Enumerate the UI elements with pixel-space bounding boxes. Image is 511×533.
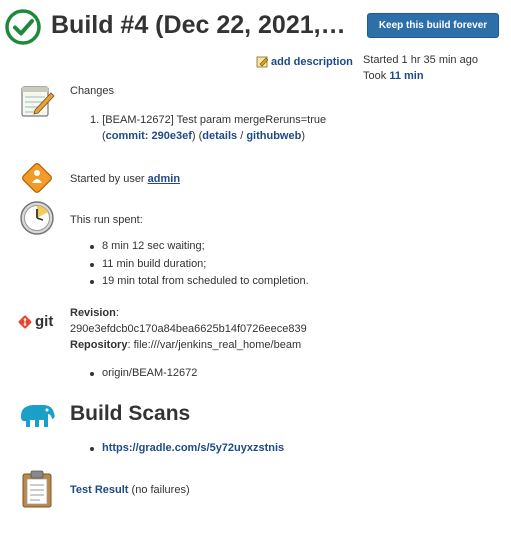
clock-icon <box>20 201 54 235</box>
build-scans-heading: Build Scans <box>70 402 191 425</box>
change-list-item: 1. [BEAM-12672] Test param mergeReruns=t… <box>90 112 326 144</box>
revision-value: 290e3efdcb0c170a84bea6625b14f0726eece839 <box>70 323 307 335</box>
user-admin-link[interactable]: admin <box>148 173 180 185</box>
took-line: Took 11 min <box>363 68 478 84</box>
git-logo-text: git <box>35 313 54 330</box>
run-spent-heading: This run spent: <box>70 214 143 226</box>
success-check-icon <box>5 9 41 45</box>
started-by-line: Started by user admin <box>70 171 180 187</box>
build-scans-list: https://gradle.com/s/5y72uyxzstnis <box>88 440 284 458</box>
paren-close: ) <box>301 130 305 142</box>
started-by-prefix: Started by user <box>70 173 145 185</box>
took-duration-link[interactable]: 11 min <box>389 70 423 82</box>
commit-link[interactable]: commit: 290e3ef <box>106 130 192 142</box>
changes-heading: Changes <box>70 85 115 97</box>
list-item: 8 min 12 sec waiting; <box>88 238 309 256</box>
repository-label: Repository <box>70 339 128 351</box>
change-item-number: 1. <box>90 114 100 126</box>
git-info: Revision: 290e3efdcb0c170a84bea6625b14f0… <box>70 305 307 353</box>
test-result-suffix: (no failures) <box>128 484 190 496</box>
git-logo: git <box>18 313 53 330</box>
repository-value: : file:///var/jenkins_real_home/beam <box>127 339 302 351</box>
took-prefix: Took <box>363 70 387 82</box>
add-description-label: add description <box>271 55 353 68</box>
list-item: 11 min build duration; <box>88 256 309 274</box>
keep-build-forever-button[interactable]: Keep this build forever <box>367 13 499 38</box>
user-cause-icon <box>22 163 52 193</box>
build-timing-info: Started 1 hr 35 min ago Took 11 min <box>363 52 478 84</box>
git-diamond-icon <box>18 315 32 328</box>
list-item: origin/BEAM-12672 <box>88 365 197 383</box>
revision-label: Revision <box>70 307 116 319</box>
notepad-icon <box>21 86 55 117</box>
run-spent-list: 8 min 12 sec waiting; 11 min build durat… <box>88 238 309 291</box>
githubweb-link[interactable]: githubweb <box>246 130 301 142</box>
test-result-link[interactable]: Test Result <box>70 484 128 496</box>
slash-separator: / <box>237 130 247 142</box>
gradle-scan-link[interactable]: https://gradle.com/s/5y72uyxzstnis <box>102 442 284 454</box>
details-link[interactable]: details <box>202 130 237 142</box>
page-title: Build #4 (Dec 22, 2021,… <box>51 11 346 39</box>
gradle-elephant-icon <box>20 405 55 427</box>
test-result-line: Test Result (no failures) <box>70 482 190 498</box>
clipboard-icon <box>22 470 52 508</box>
revision-colon: : <box>115 307 119 319</box>
list-item: https://gradle.com/s/5y72uyxzstnis <box>88 440 284 458</box>
add-description-link[interactable]: add description <box>256 55 353 68</box>
list-item: 19 min total from scheduled to completio… <box>88 273 309 291</box>
change-item-text: [BEAM-12672] Test param mergeReruns=true <box>102 114 327 126</box>
edit-note-icon <box>256 56 269 68</box>
paren-between: ) ( <box>191 130 203 142</box>
started-ago-text: Started 1 hr 35 min ago <box>363 54 478 66</box>
branch-list: origin/BEAM-12672 <box>88 365 197 383</box>
